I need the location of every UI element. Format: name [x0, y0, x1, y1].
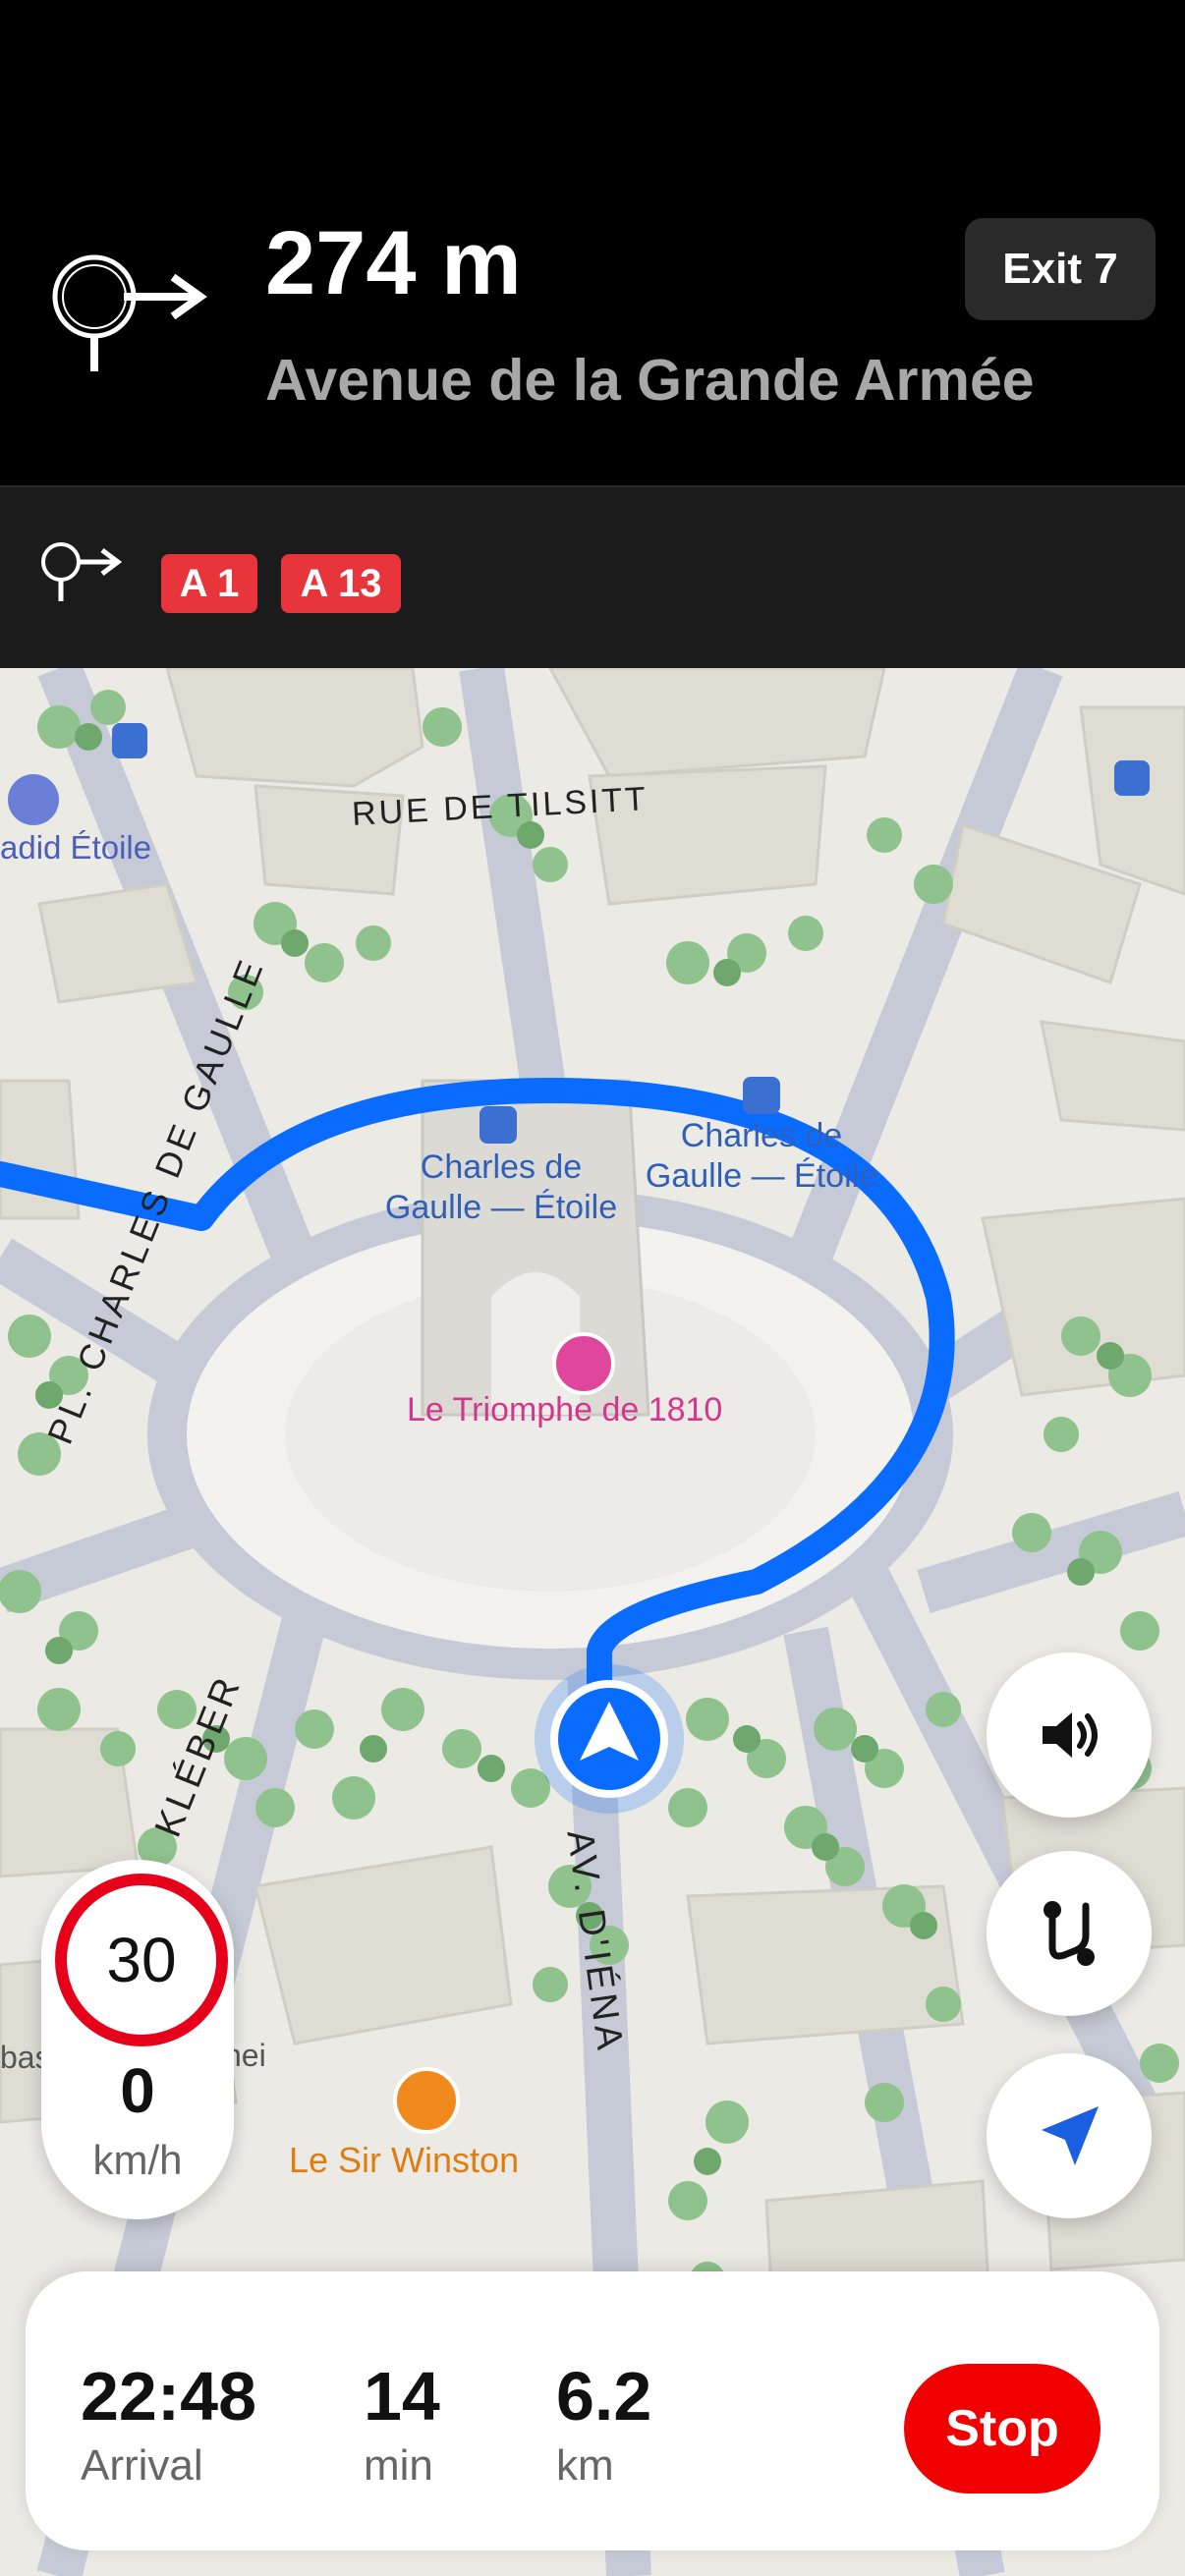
duration-unit: min — [364, 2441, 433, 2490]
metro-station-label[interactable]: Charles de Gaulle — Étoile — [373, 1148, 629, 1228]
exit-badge: Exit 7 — [965, 218, 1156, 320]
distance-stat: 6.2 km — [556, 2362, 651, 2488]
hotel-label: adid Étoile — [0, 829, 152, 866]
duration-value: 14 — [364, 2358, 440, 2435]
monument-icon[interactable] — [552, 1332, 615, 1395]
metro-station-icon[interactable] — [480, 1106, 517, 1144]
metro-station-icon[interactable] — [743, 1077, 780, 1114]
route-overview-icon — [1044, 1901, 1095, 1966]
roundabout-exit-right-icon — [41, 542, 123, 601]
speaker-icon — [1043, 1712, 1098, 1758]
duration-stat: 14 min — [364, 2362, 440, 2488]
roundabout-exit-right-icon — [52, 254, 207, 371]
recenter-button[interactable] — [987, 2053, 1152, 2218]
maneuver-distance: 274 m — [265, 213, 522, 313]
road-badge-a1: A 1 — [161, 554, 257, 613]
hotel-icon — [8, 774, 59, 825]
route-overview-button[interactable] — [987, 1851, 1152, 2016]
speed-unit: km/h — [92, 2137, 183, 2183]
trip-summary-panel[interactable]: 22:48 Arrival 14 min 6.2 km Stop — [26, 2271, 1159, 2550]
speed-widget: 30 0 km/h — [41, 1860, 234, 2219]
bike-icon — [112, 723, 147, 758]
distance-value: 6.2 — [556, 2358, 652, 2435]
maneuver-panel: 274 m Avenue de la Grande Armée Exit 7 — [0, 0, 1185, 485]
bike-icon — [1114, 760, 1150, 796]
arrival-time: 22:48 — [81, 2358, 257, 2435]
next-maneuver-bar: A 1 A 13 — [0, 485, 1185, 670]
restaurant-label[interactable]: Le Sir Winston — [289, 2140, 519, 2181]
road-badge-a13: A 13 — [281, 554, 401, 613]
monument-label[interactable]: Le Triomphe de 1810 — [407, 1391, 722, 1429]
sound-button[interactable] — [987, 1652, 1152, 1818]
stop-button[interactable]: Stop — [904, 2364, 1100, 2493]
navigation-arrow-icon — [1042, 2106, 1099, 2165]
maneuver-street: Avenue de la Grande Armée — [265, 348, 1035, 413]
arrival-label: Arrival — [81, 2441, 203, 2490]
distance-unit: km — [556, 2441, 614, 2490]
arrival-stat: 22:48 Arrival — [81, 2362, 256, 2488]
restaurant-icon[interactable] — [393, 2067, 460, 2134]
current-speed: 0 — [120, 2055, 155, 2126]
speed-limit-sign: 30 — [55, 1874, 228, 2046]
metro-station-label[interactable]: Charles de Gaulle — Étoile — [629, 1116, 894, 1197]
